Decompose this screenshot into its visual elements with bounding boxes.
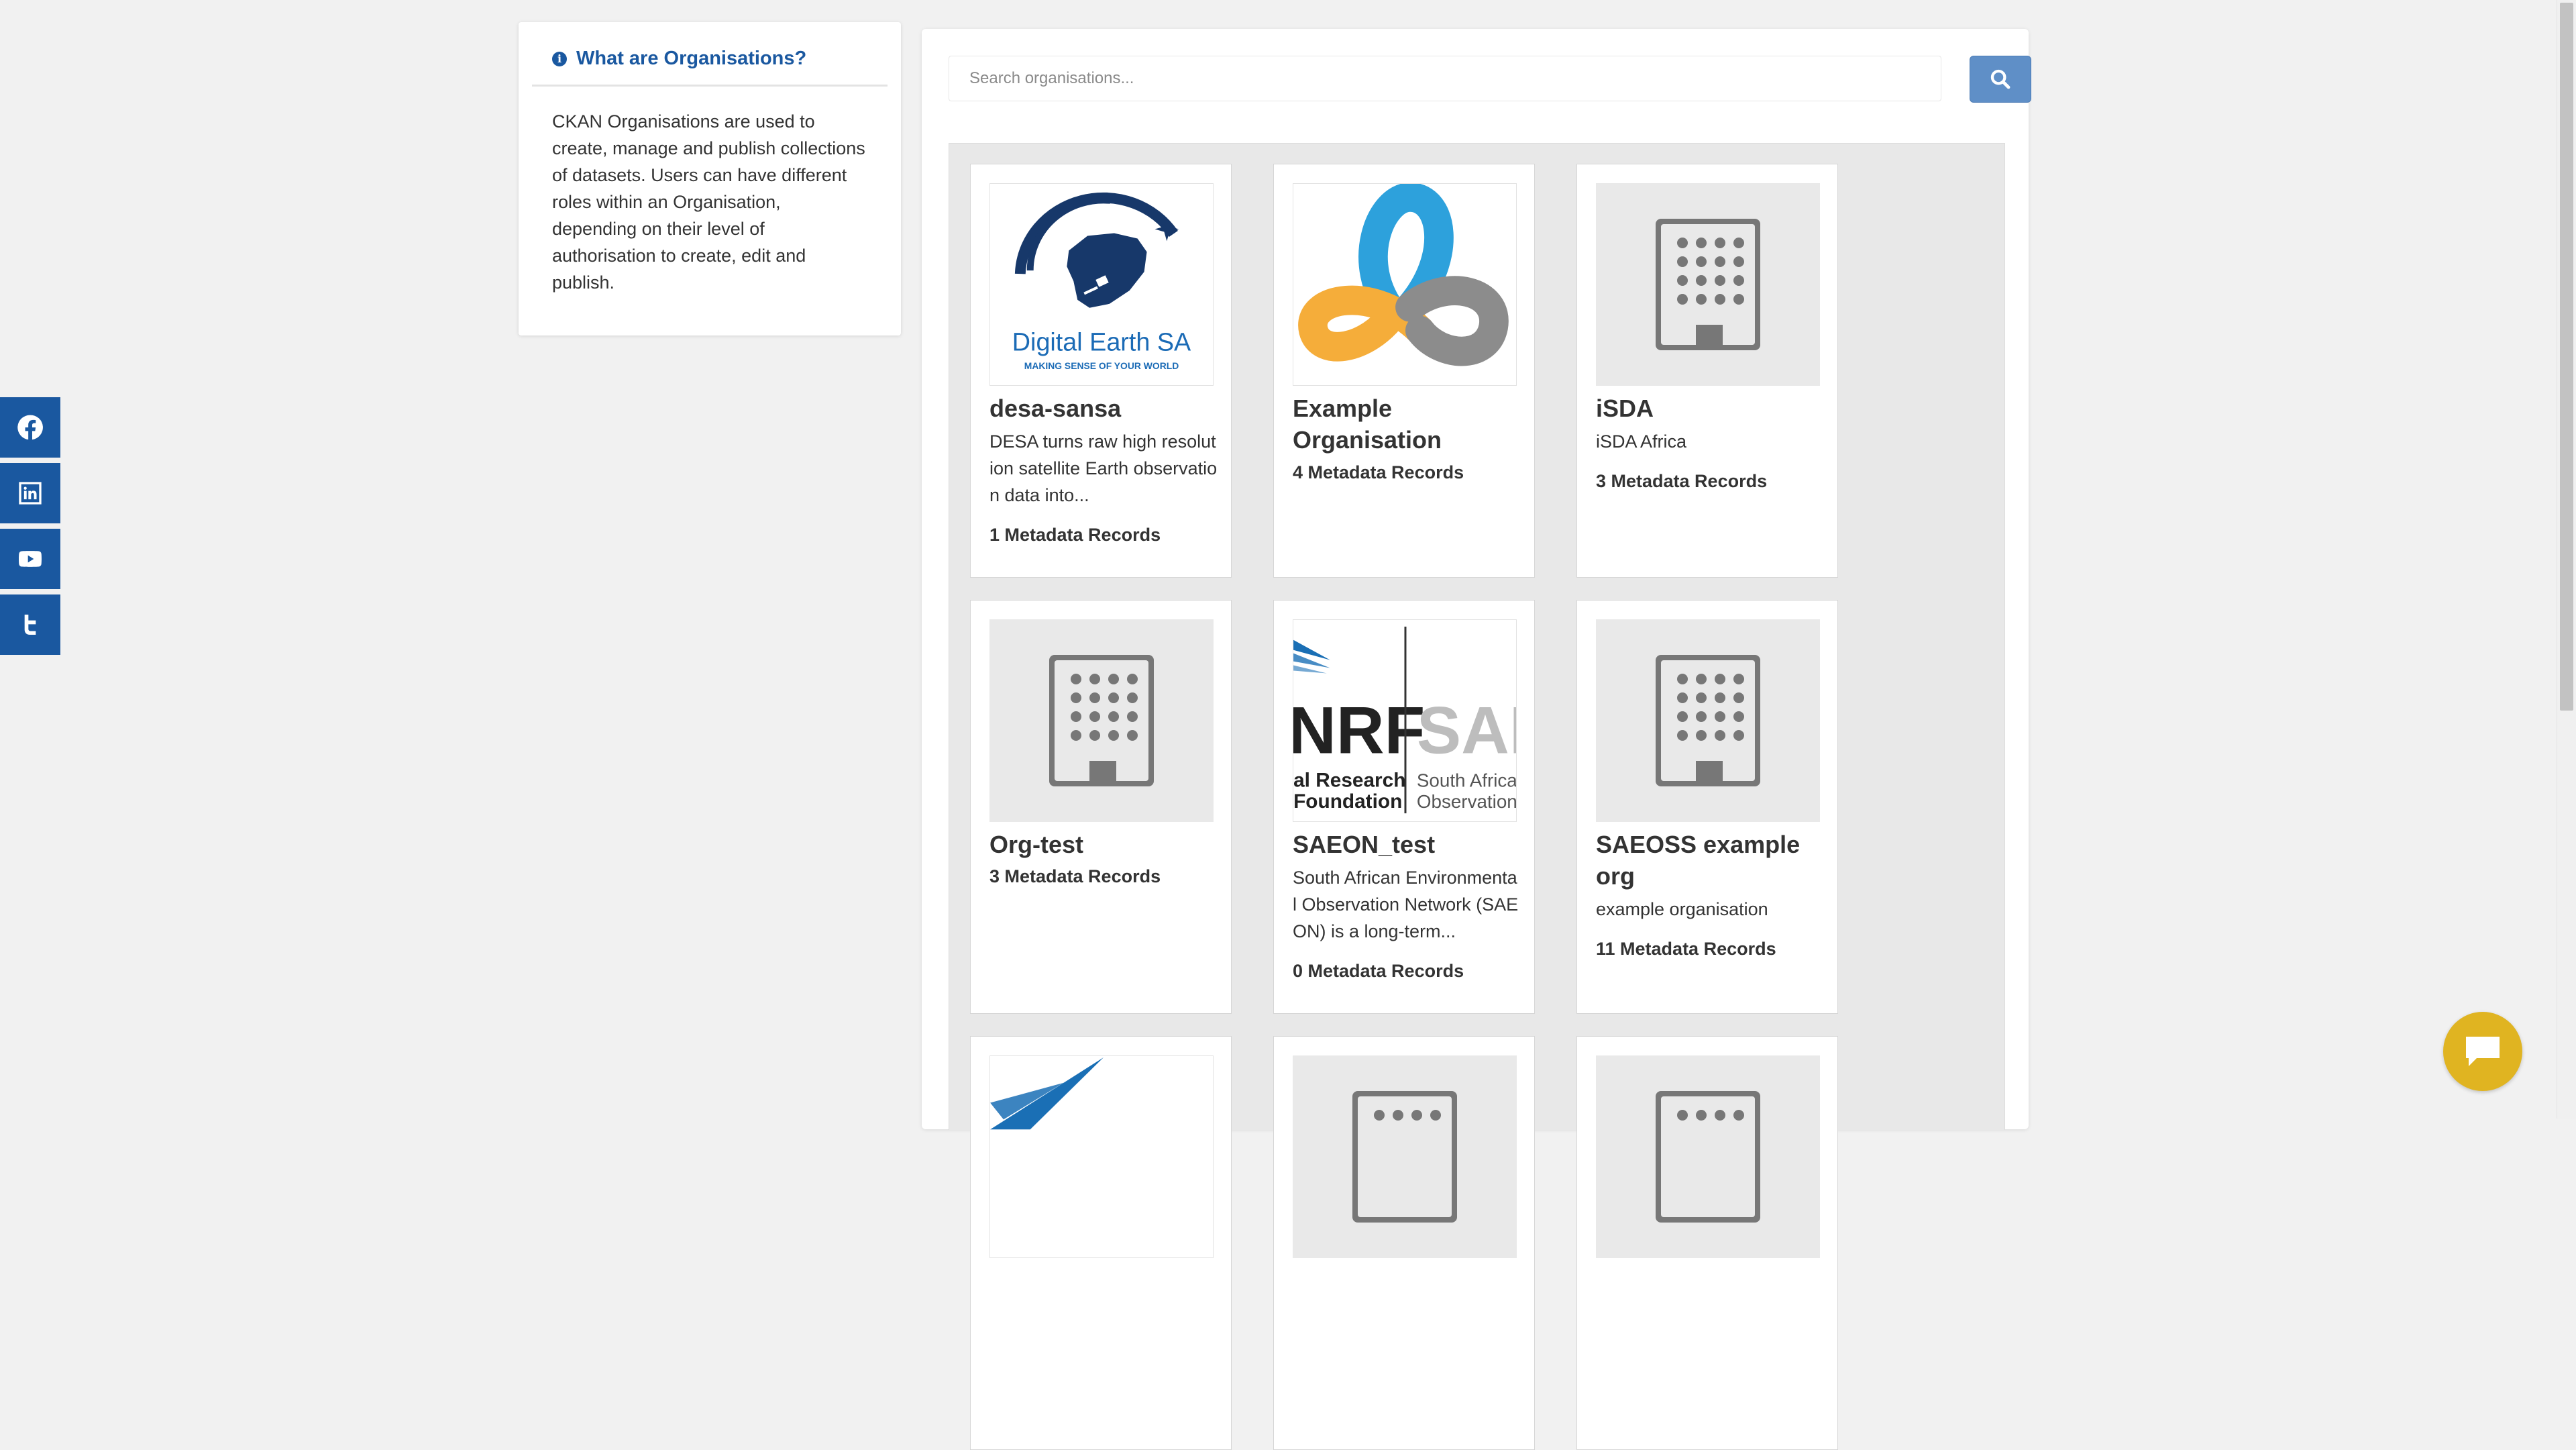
org-card[interactable] [1576,1036,1838,1450]
svg-text:Digital Earth SA: Digital Earth SA [1012,327,1191,356]
digital-earth-logo: Digital Earth SA MAKING SENSE OF YOUR WO… [1012,192,1191,371]
org-description: iSDA Africa [1596,431,1687,452]
search-button[interactable] [1970,56,2031,103]
org-record-count: 11 Metadata Records [1596,939,1776,959]
org-card[interactable]: iSDA iSDA Africa 3 Metadata Records [1576,164,1838,578]
info-panel-heading: i What are Organisations? [532,22,888,87]
org-title[interactable]: SAEOSS example org [1596,829,1824,892]
building-icon [1049,655,1154,786]
org-logo-graphic [990,1057,1104,1130]
twitter-link[interactable] [0,594,60,655]
info-panel-title: What are Organisations? [576,48,807,69]
org-card[interactable] [1273,1036,1535,1450]
org-logo-desa[interactable]: Digital Earth SA MAKING SENSE OF YOUR WO… [989,183,1214,386]
search-icon [1990,69,2010,89]
org-card[interactable] [970,1036,1232,1450]
info-panel-text: CKAN Organisations are used to create, m… [552,111,865,293]
org-description: DESA turns raw high resolution satellite… [989,431,1218,505]
building-icon [1656,1091,1760,1223]
building-icon [1352,1091,1457,1223]
org-card[interactable]: NRF SAE al Research Foundation South Afr… [1273,600,1535,1014]
org-description: South African Environmental Observation … [1293,868,1519,941]
svg-text:South Africa: South Africa [1417,770,1516,790]
organisations-main-panel: Digital Earth SA MAKING SENSE OF YOUR WO… [922,29,2031,1450]
chat-icon [2466,1037,2500,1066]
social-links [0,397,60,660]
chat-button[interactable] [2443,1012,2522,1091]
org-logo-example[interactable] [1293,183,1517,386]
nrf-saeon-logo: NRF SAE al Research Foundation South Afr… [1293,626,1516,814]
org-description: example organisation [1596,899,1768,919]
linkedin-link[interactable] [0,463,60,523]
org-record-count: 1 Metadata Records [989,525,1161,545]
youtube-link[interactable] [0,529,60,589]
org-logo-placeholder[interactable] [1596,619,1820,822]
org-record-count: 0 Metadata Records [1293,961,1464,981]
linkedin-icon [19,482,42,505]
svg-text:Observation: Observation [1417,791,1516,812]
org-record-count: 4 Metadata Records [1293,462,1464,482]
org-logo-placeholder[interactable] [989,619,1214,822]
org-title[interactable]: desa-sansa [989,393,1218,424]
twitter-icon [24,615,36,635]
org-card[interactable]: Digital Earth SA MAKING SENSE OF YOUR WO… [970,164,1232,578]
org-title[interactable]: Example Organisation [1293,393,1521,456]
search-bar [949,56,2031,103]
org-record-count: 3 Metadata Records [1596,471,1768,491]
svg-text:MAKING SENSE OF YOUR WORLD: MAKING SENSE OF YOUR WORLD [1024,360,1179,371]
org-logo[interactable] [989,1055,1214,1258]
org-record-count: 3 Metadata Records [989,866,1161,886]
org-title[interactable]: SAEON_test [1293,829,1521,860]
org-logo-placeholder[interactable] [1293,1055,1517,1258]
org-logo-placeholder[interactable] [1596,183,1820,386]
org-card[interactable]: SAEOSS example org example organisation … [1576,600,1838,1014]
organisations-info-panel: i What are Organisations? CKAN Organisat… [519,22,901,335]
facebook-icon [17,415,43,440]
info-icon: i [552,51,567,66]
building-icon [1656,219,1760,350]
youtube-icon [19,551,42,567]
org-title[interactable]: iSDA [1596,393,1824,424]
svg-text:SAE: SAE [1417,694,1516,768]
example-org-logo [1298,184,1509,366]
search-input[interactable] [949,56,1941,101]
page-scrollbar[interactable] [2557,0,2576,1119]
org-card[interactable]: Org-test 3 Metadata Records [970,600,1232,1014]
svg-text:al Research: al Research [1293,769,1405,791]
svg-text:Foundation: Foundation [1293,790,1402,813]
facebook-link[interactable] [0,397,60,458]
org-logo-placeholder[interactable] [1596,1055,1820,1258]
org-title[interactable]: Org-test [989,829,1218,860]
scrollbar-thumb[interactable] [2560,3,2573,711]
org-card[interactable]: Example Organisation 4 Metadata Records [1273,164,1535,578]
building-icon [1656,655,1760,786]
organisations-grid: Digital Earth SA MAKING SENSE OF YOUR WO… [949,143,2005,1450]
org-logo-saeon[interactable]: NRF SAE al Research Foundation South Afr… [1293,619,1517,822]
